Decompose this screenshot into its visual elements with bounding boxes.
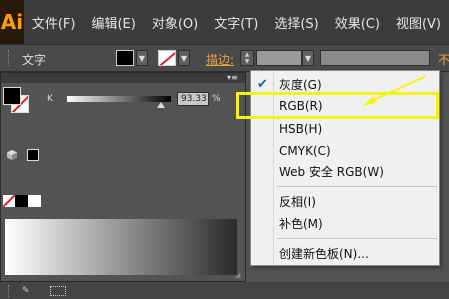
menu-separator [277, 238, 437, 239]
bottom-strip [0, 282, 449, 299]
menu-item-label: 补色(M) [279, 217, 323, 231]
control-bar: 文字 ▼ ▼ 描边: ▲ ▼ ▼ 不 [0, 44, 449, 72]
resize-grip-icon[interactable]: ◢ [235, 271, 243, 279]
menu-item-label: CMYK(C) [279, 144, 331, 158]
menu-item-label: 反相(I) [279, 195, 316, 209]
color-spectrum[interactable] [5, 219, 237, 275]
menu-bar: Ai 文件(F) 编辑(E) 对象(O) 文字(T) 选择(S) 效果(C) 视… [0, 0, 449, 44]
panel-header[interactable] [1, 73, 245, 83]
black-swatch[interactable] [15, 195, 28, 207]
panel-menu-icon[interactable]: ▾≡ [227, 74, 241, 82]
k-slider[interactable] [67, 96, 171, 102]
stroke-weight-field[interactable] [256, 50, 302, 66]
fill-dropdown-arrow[interactable]: ▼ [136, 50, 148, 66]
menu-item-create-swatch[interactable]: 创建新色板(N)... [251, 244, 439, 264]
menu-item-hsb[interactable]: HSB(H) [251, 119, 439, 139]
menu-separator [277, 186, 437, 187]
menu-type[interactable]: 文字(T) [206, 13, 266, 32]
annotation-arrow-icon [362, 75, 427, 106]
opacity-label[interactable]: 不 [438, 51, 449, 68]
k-channel-label: K [47, 94, 53, 104]
color-panel: ▾≡ K 93.33 % ◢ [0, 72, 246, 282]
menu-item-label: 灰度(G) [279, 78, 322, 92]
menu-view[interactable]: 视图(V) [388, 13, 449, 32]
menu-item-label: Web 安全 RGB(W) [279, 165, 384, 179]
k-slider-thumb[interactable] [157, 102, 165, 108]
fill-swatch[interactable] [116, 50, 134, 66]
menu-item-cmyk[interactable]: CMYK(C) [251, 141, 439, 161]
stroke-dropdown-arrow[interactable]: ▼ [178, 50, 190, 66]
menu-edit[interactable]: 编辑(E) [83, 13, 143, 32]
web-safe-swatch[interactable] [27, 149, 39, 161]
out-of-web-gamut-icon[interactable] [7, 150, 17, 160]
grip-handle[interactable] [8, 50, 11, 66]
k-unit-label: % [212, 94, 221, 104]
panel-fill-swatch[interactable] [3, 87, 21, 105]
menu-item-complement[interactable]: 补色(M) [251, 214, 439, 234]
app-logo: Ai [0, 0, 24, 44]
menu-object[interactable]: 对象(O) [144, 13, 206, 32]
menu-item-web-safe-rgb[interactable]: Web 安全 RGB(W) [251, 162, 439, 182]
menu-item-label: 创建新色板(N)... [279, 247, 369, 261]
none-swatch[interactable] [3, 195, 15, 207]
bottom-grip-handle[interactable] [8, 285, 11, 297]
menu-item-label: HSB(H) [279, 122, 323, 136]
stroke-label[interactable]: 描边: [206, 51, 234, 68]
white-swatch[interactable] [28, 195, 41, 207]
k-value-input[interactable]: 93.33 [177, 92, 209, 106]
menu-select[interactable]: 选择(S) [266, 13, 326, 32]
artboard-tool-icon[interactable]: ✎ [22, 286, 38, 296]
control-bar-label: 文字 [22, 53, 47, 67]
style-field[interactable] [320, 50, 430, 66]
menu-effect[interactable]: 效果(C) [327, 13, 388, 32]
crop-tool-icon[interactable] [50, 286, 66, 296]
menu-file[interactable]: 文件(F) [24, 13, 84, 32]
menu-item-invert[interactable]: 反相(I) [251, 192, 439, 212]
stroke-weight-dropdown-arrow[interactable]: ▼ [302, 50, 314, 66]
stroke-spinner[interactable]: ▲ ▼ [240, 50, 254, 66]
stroke-swatch[interactable] [158, 50, 176, 66]
